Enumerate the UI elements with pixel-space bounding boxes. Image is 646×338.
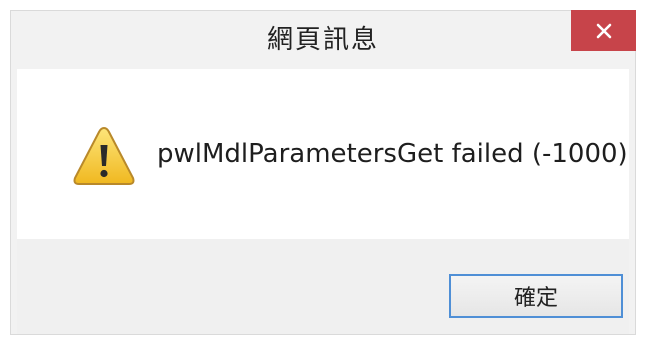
close-button[interactable] [571,10,636,51]
dialog-title: 網頁訊息 [266,25,379,55]
message-text: pwlMdlParametersGet failed (-1000) [157,139,628,169]
close-icon [596,23,611,38]
message-dialog: 網頁訊息 pwlMdlParametersGet failed (-1000) [10,10,636,335]
message-area: pwlMdlParametersGet failed (-1000) [17,69,629,239]
ok-button[interactable]: 確定 [449,274,623,318]
dialog-body: pwlMdlParametersGet failed (-1000) 確定 [17,69,629,334]
title-bar[interactable]: 網頁訊息 [11,10,636,69]
warning-icon [73,126,135,185]
